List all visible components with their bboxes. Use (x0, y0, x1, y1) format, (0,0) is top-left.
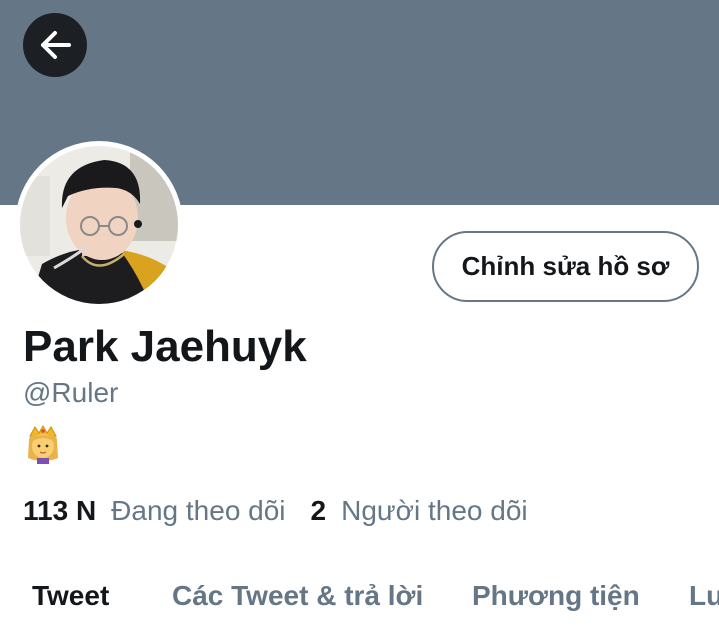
avatar[interactable] (15, 141, 183, 309)
tab-tweets-and-replies[interactable]: Các Tweet & trả lời (172, 580, 423, 612)
tab-tweets[interactable]: Tweet (32, 580, 109, 612)
tab-media[interactable]: Phương tiện (472, 580, 640, 612)
following-stat[interactable]: 113 N Đang theo dõi (23, 495, 286, 527)
profile-photo (20, 146, 178, 304)
back-button[interactable] (23, 13, 87, 77)
edit-profile-button[interactable]: Chỉnh sửa hồ sơ (432, 231, 699, 302)
followers-count: 2 (310, 495, 327, 526)
tab-likes[interactable]: Lượt thích (689, 580, 719, 612)
followers-label: Người theo dõi (341, 495, 528, 526)
following-count: 113 N (23, 495, 97, 526)
profile-name: Park Jaehuyk (23, 322, 307, 371)
arrow-left-icon (41, 31, 71, 59)
princess-crown-emoji-icon (25, 424, 61, 464)
following-label: Đang theo dõi (111, 495, 286, 526)
profile-tabs: Tweet Các Tweet & trả lời Phương tiện Lư… (0, 578, 719, 640)
followers-stat[interactable]: 2 Người theo dõi (311, 495, 528, 527)
profile-handle: @Ruler (23, 377, 119, 408)
profile-stats: 113 N Đang theo dõi 2 Người theo dõi (23, 495, 528, 527)
